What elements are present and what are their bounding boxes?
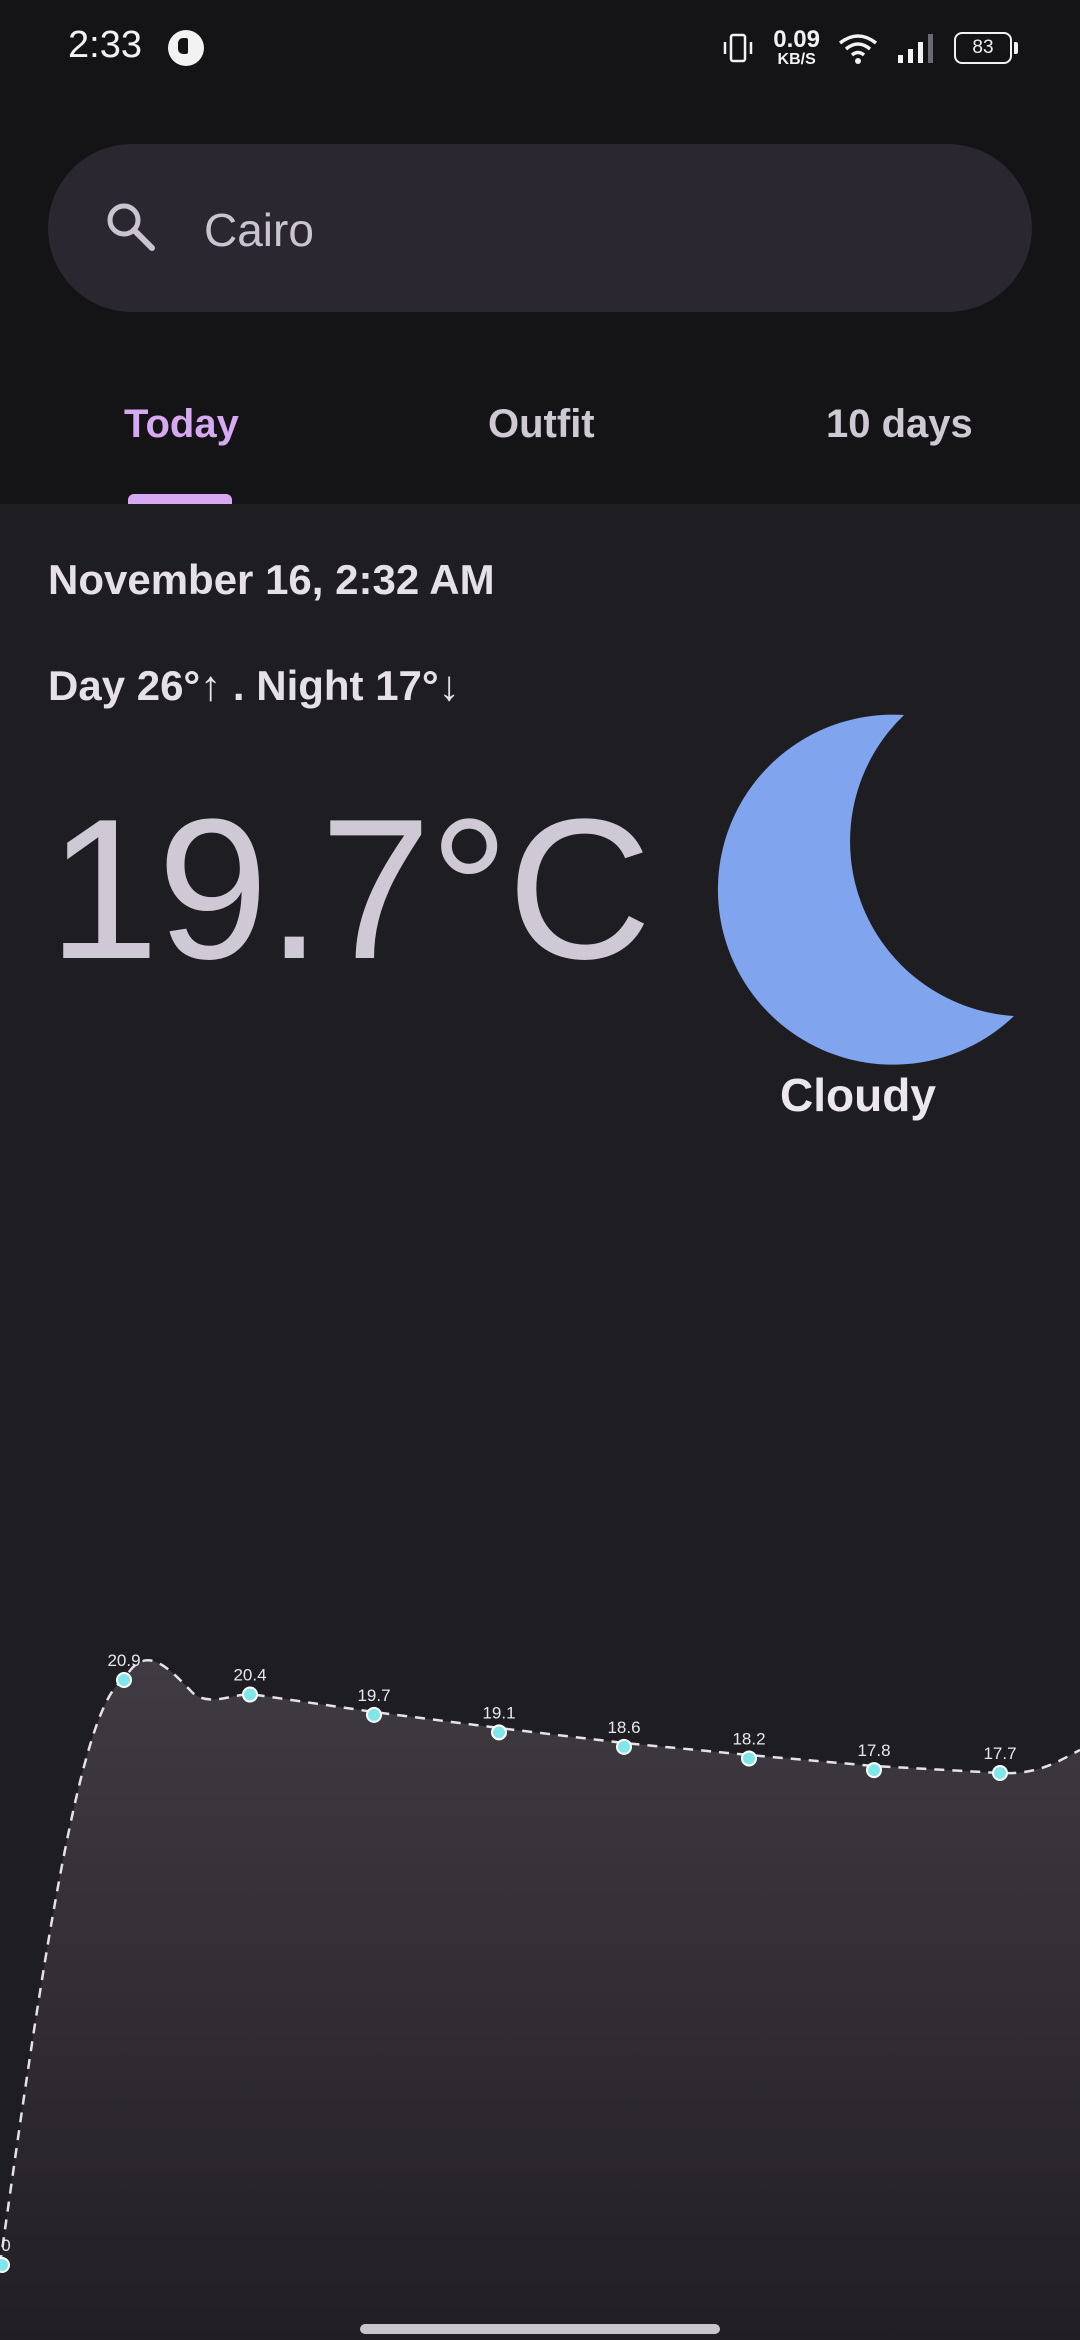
chart-point-label: 18.6 [607,1718,640,1737]
chart-point-label: 17.7 [983,1744,1016,1763]
chart-point-label: 19.7 [357,1686,390,1705]
chart-point [366,1706,382,1723]
chart-point [116,1672,132,1688]
search-icon[interactable] [100,196,160,256]
chart-area [0,1660,1080,2340]
tab-10-days[interactable]: 10 days [826,402,973,447]
chart-point [992,1765,1008,1781]
vibrate-icon [724,33,753,63]
chart-point [491,1724,507,1741]
home-indicator[interactable] [360,2324,720,2334]
network-speed: 0.09 KB/S [773,28,820,68]
status-icons: 0.09 KB/S 83 [721,26,1018,70]
hourly-temperature-chart: 0 20.9 20.4 19.7 19.1 18.6 18.2 17.8 17.7 [0,1651,1080,2340]
chart-point-label: 19.1 [482,1703,515,1722]
chart-point-label: 20.9 [107,1651,140,1670]
current-temperature: 19.7°C [48,778,652,1001]
chart-point-label: 20.4 [233,1666,266,1685]
chart-point [866,1762,882,1779]
app-notification-icon [168,30,204,66]
status-time: 2:33 [68,24,142,66]
chart-point [741,1750,757,1767]
day-night-temps: Day 26°↑ . Night 17°↓ [48,662,460,709]
wifi-icon [838,34,878,64]
chart-point-label: 18.2 [732,1729,765,1748]
chart-point [616,1738,632,1755]
chart-point [0,2257,10,2273]
tab-indicator [128,494,232,504]
crescent-moon-icon [717,714,1014,1065]
weather-condition: Cloudy [780,1069,936,1121]
chart-point-label: 17.8 [857,1741,890,1760]
chart-point-label: 0 [1,2236,10,2255]
search-input[interactable] [204,200,964,260]
tab-today[interactable]: Today [124,402,239,447]
current-datetime: November 16, 2:32 AM [48,556,495,603]
battery-icon: 83 [954,32,1018,64]
chart-point [242,1686,258,1703]
tab-outfit[interactable]: Outfit [488,402,595,447]
signal-icon [898,34,933,63]
network-speed-value: 0.09 [773,26,820,53]
network-speed-unit: KB/S [777,51,816,68]
status-bar: 2:33 0.09 KB/S 83 [0,0,1080,96]
